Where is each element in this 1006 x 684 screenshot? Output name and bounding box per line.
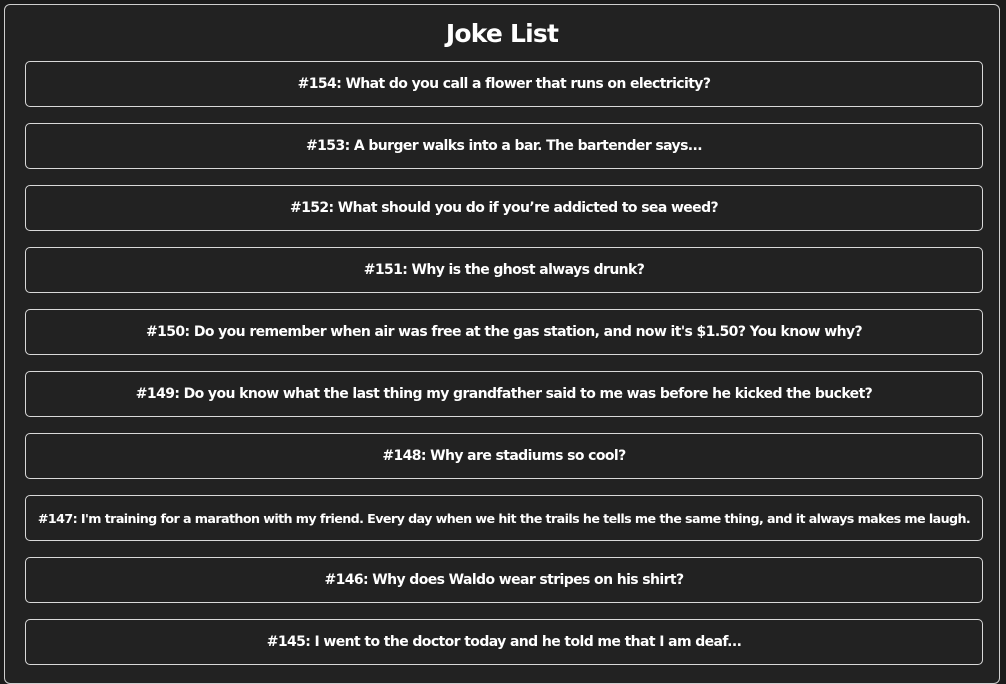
joke-item-153[interactable]: #153: A burger walks into a bar. The bar… xyxy=(25,123,983,169)
joke-label: #145: I went to the doctor today and he … xyxy=(266,634,742,650)
joke-label: #148: Why are stadiums so cool? xyxy=(382,448,626,464)
joke-label: #152: What should you do if you’re addic… xyxy=(289,200,719,216)
joke-label: #147: I'm training for a marathon with m… xyxy=(37,510,971,526)
joke-label: #146: Why does Waldo wear stripes on his… xyxy=(324,572,684,588)
joke-label: #149: Do you know what the last thing my… xyxy=(135,386,873,402)
joke-item-148[interactable]: #148: Why are stadiums so cool? xyxy=(25,433,983,479)
joke-item-145[interactable]: #145: I went to the doctor today and he … xyxy=(25,619,983,665)
joke-label: #154: What do you call a flower that run… xyxy=(297,76,711,92)
joke-item-146[interactable]: #146: Why does Waldo wear stripes on his… xyxy=(25,557,983,603)
joke-label: #153: A burger walks into a bar. The bar… xyxy=(306,138,703,154)
joke-list-panel: Joke List #154: What do you call a flowe… xyxy=(4,4,1000,684)
joke-list: #154: What do you call a flower that run… xyxy=(25,61,983,681)
joke-label: #151: Why is the ghost always drunk? xyxy=(363,262,645,278)
joke-item-154[interactable]: #154: What do you call a flower that run… xyxy=(25,61,983,107)
joke-item-150[interactable]: #150: Do you remember when air was free … xyxy=(25,309,983,355)
joke-item-152[interactable]: #152: What should you do if you’re addic… xyxy=(25,185,983,231)
joke-item-147[interactable]: #147: I'm training for a marathon with m… xyxy=(25,495,983,541)
joke-item-149[interactable]: #149: Do you know what the last thing my… xyxy=(25,371,983,417)
joke-label: #150: Do you remember when air was free … xyxy=(146,324,863,340)
joke-item-151[interactable]: #151: Why is the ghost always drunk? xyxy=(25,247,983,293)
page-title: Joke List xyxy=(445,19,559,48)
